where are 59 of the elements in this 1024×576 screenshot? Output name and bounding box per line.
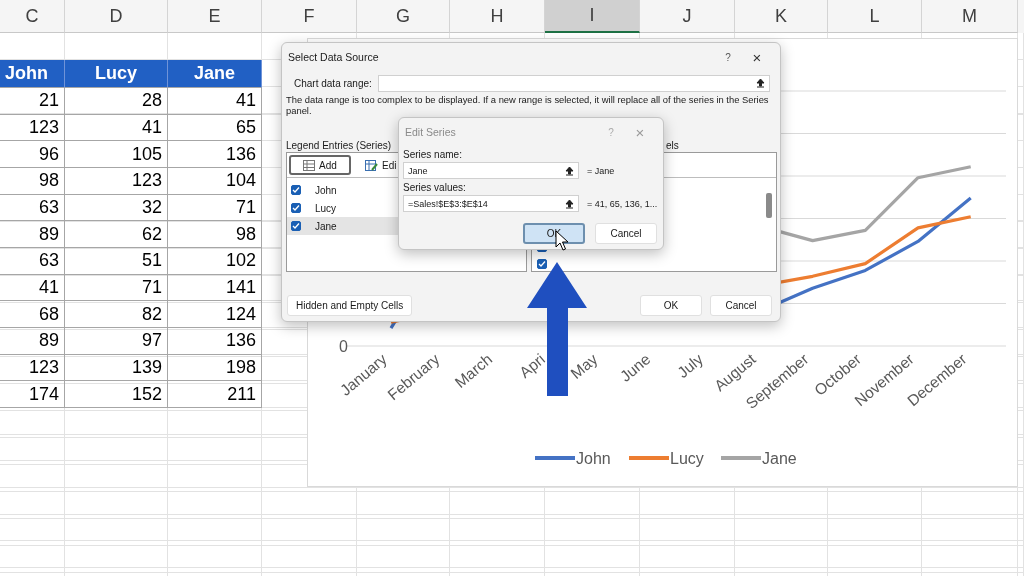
- table-cell: 105: [65, 141, 168, 168]
- table-header-cell: Lucy: [65, 60, 168, 88]
- table-header-cell: John: [0, 60, 65, 88]
- table-cell: 71: [168, 194, 262, 222]
- result-text: = Jane: [587, 165, 615, 176]
- dialog-title: Edit Series: [405, 126, 457, 138]
- table-cell: 141: [168, 274, 262, 302]
- table-cell: 82: [65, 301, 168, 328]
- table-cell: 41: [168, 88, 262, 115]
- table-cell: 41: [0, 274, 65, 302]
- table-cell: 32: [65, 194, 168, 222]
- result-text: = 41, 65, 136, 1...: [587, 198, 658, 209]
- table-cell: 28: [65, 88, 168, 115]
- table-cell: 136: [168, 327, 262, 355]
- legend-item: Jane: [721, 450, 797, 467]
- field-label: Series name:: [403, 149, 463, 160]
- table-cell: 139: [65, 354, 168, 382]
- table-cell: 211: [168, 381, 262, 408]
- table-cell: 124: [168, 301, 262, 328]
- axis-label: Apri: [515, 350, 549, 382]
- table-cell: 104: [168, 167, 262, 195]
- table-cell: 136: [168, 141, 262, 168]
- field-label: Chart data range:: [294, 77, 372, 89]
- table-cell: 63: [0, 247, 65, 275]
- section-label: els: [666, 139, 679, 151]
- legend-item: Lucy: [629, 450, 704, 467]
- table-cell: 102: [168, 247, 262, 275]
- table-cell: 98: [168, 221, 262, 248]
- table-cell: 71: [65, 274, 168, 302]
- table-cell: 89: [0, 221, 65, 248]
- table-cell: 123: [0, 114, 65, 142]
- table-cell: 97: [65, 327, 168, 355]
- table-cell: 174: [0, 381, 65, 408]
- table-cell: 63: [0, 194, 65, 222]
- section-label: Legend Entries (Series): [286, 139, 392, 151]
- table-cell: 98: [0, 167, 65, 195]
- table-cell: 152: [65, 381, 168, 408]
- axis-label: July: [674, 350, 707, 382]
- table-cell: 51: [65, 247, 168, 275]
- legend-item: John: [535, 450, 611, 467]
- table-cell: 89: [0, 327, 65, 355]
- table-cell: 96: [0, 141, 65, 168]
- axis-label: June: [616, 350, 654, 385]
- table-cell: 41: [65, 114, 168, 142]
- field-value: Jane: [408, 165, 428, 176]
- table-header-cell: Jane: [168, 60, 262, 88]
- table-cell: 62: [65, 221, 168, 248]
- table-cell: 123: [0, 354, 65, 382]
- message-text: The data range is too complex to be displayed. If a new range is selected, it will replace all of the series in the Series panel.: [286, 94, 770, 116]
- table-cell: 65: [168, 114, 262, 142]
- table-cell: 21: [0, 88, 65, 115]
- dialog-title: Select Data Source: [288, 51, 380, 63]
- table-cell: 123: [65, 167, 168, 195]
- field-value: =Sales!$E$3:$E$14: [408, 198, 488, 209]
- table-cell: 68: [0, 301, 65, 328]
- axis-label: May: [567, 350, 601, 383]
- axis-tick-label: 0: [339, 338, 348, 355]
- field-label: Series values:: [403, 182, 467, 193]
- table-cell: 198: [168, 354, 262, 382]
